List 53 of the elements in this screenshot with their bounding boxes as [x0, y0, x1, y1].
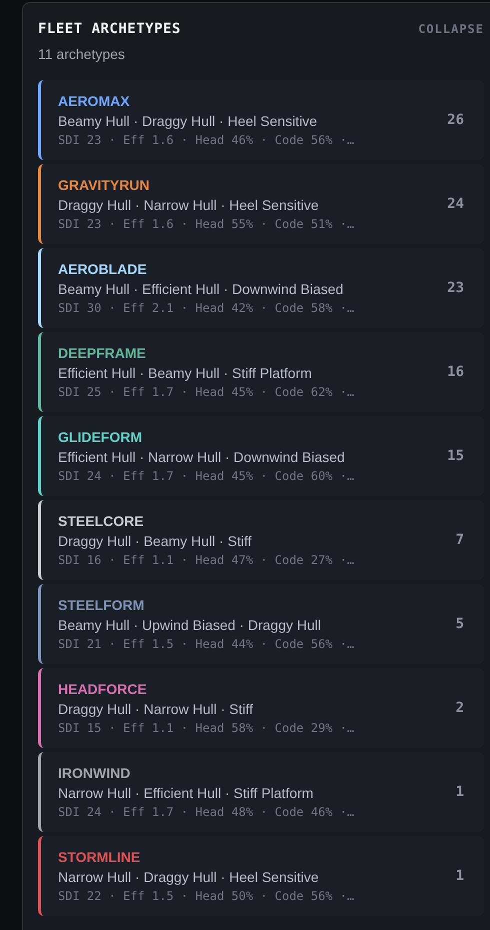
archetype-stats: SDI 24 · Eff 1.7 · Head 48% · Code 46% ·… — [58, 804, 356, 820]
archetype-stats: SDI 23 · Eff 1.6 · Head 46% · Code 56% ·… — [58, 132, 356, 148]
archetype-name: AEROBLADE — [58, 260, 148, 278]
boat-count: 1 — [456, 784, 464, 800]
archetype-tags: Beamy Hull · Upwind Biased · Draggy Hull — [58, 616, 456, 634]
boat-count: 2 — [456, 700, 464, 716]
archetype-count: 11 archetypes — [38, 46, 126, 62]
archetype-name: GRAVITYRUN — [58, 176, 151, 194]
archetype-name: STORMLINE — [58, 848, 142, 866]
archetype-tags: Draggy Hull · Narrow Hull · Stiff — [58, 700, 456, 718]
archetype-name: GLIDEFORM — [58, 428, 143, 446]
archetype-name: STEELCORE — [58, 512, 145, 530]
boat-count: 23 — [447, 280, 464, 296]
archetype-card[interactable]: STEELCORE Draggy Hull · Beamy Hull · Stiff SDI 16 · Eff 1.1 · Head 47% · Code 27% ·… 7 — [38, 500, 484, 580]
archetype-name: AEROMAX — [58, 92, 131, 110]
archetype-name: IRONWIND — [58, 764, 132, 782]
archetype-tags: Narrow Hull · Efficient Hull · Stiff Platform — [58, 784, 456, 802]
archetype-card[interactable]: IRONWIND Narrow Hull · Efficient Hull · Stiff Platform SDI 24 · Eff 1.7 · Head 48% · Code 46% ·… 1 — [38, 752, 484, 832]
archetype-stats: SDI 21 · Eff 1.5 · Head 44% · Code 56% ·… — [58, 636, 356, 652]
archetype-tags: Efficient Hull · Narrow Hull · Downwind Biased — [58, 448, 448, 466]
boat-count: 5 — [456, 616, 464, 632]
boat-count: 26 — [447, 112, 464, 128]
archetype-tags: Beamy Hull · Efficient Hull · Downwind Biased — [58, 280, 448, 298]
archetype-tags: Efficient Hull · Beamy Hull · Stiff Platform — [58, 364, 448, 382]
archetype-card[interactable]: GRAVITYRUN Draggy Hull · Narrow Hull · Heel Sensitive SDI 23 · Eff 1.6 · Head 55% · Code 51% ·… 24 — [38, 164, 484, 244]
archetype-card[interactable]: DEEPFRAME Efficient Hull · Beamy Hull · Stiff Platform SDI 25 · Eff 1.7 · Head 45% · Code 62% ·… 16 — [38, 332, 484, 412]
boat-count: 15 — [447, 448, 464, 464]
archetype-card[interactable]: STEELFORM Beamy Hull · Upwind Biased · Draggy Hull SDI 21 · Eff 1.5 · Head 44% · Code 56% ·… 5 — [38, 584, 484, 664]
boat-count: 1 — [456, 868, 464, 884]
archetype-card[interactable]: STORMLINE Narrow Hull · Draggy Hull · Heel Sensitive SDI 22 · Eff 1.5 · Head 50% · Code 56% ·… 1 — [38, 836, 484, 916]
archetype-tags: Draggy Hull · Beamy Hull · Stiff — [58, 532, 456, 550]
archetype-tags: Draggy Hull · Narrow Hull · Heel Sensitive — [58, 196, 448, 214]
archetype-name: DEEPFRAME — [58, 344, 147, 362]
archetype-tags: Beamy Hull · Draggy Hull · Heel Sensitive — [58, 112, 448, 130]
archetype-card[interactable]: AEROBLADE Beamy Hull · Efficient Hull · Downwind Biased SDI 30 · Eff 2.1 · Head 42% · Code 58% ·… 23 — [38, 248, 484, 328]
boat-count: 7 — [456, 532, 464, 548]
archetype-name: STEELFORM — [58, 596, 146, 614]
archetype-name: HEADFORCE — [58, 680, 148, 698]
panel-title: FLEET ARCHETYPES — [38, 21, 181, 37]
archetype-card[interactable]: AEROMAX Beamy Hull · Draggy Hull · Heel Sensitive SDI 23 · Eff 1.6 · Head 46% · Code 56% ·… 26 — [38, 80, 484, 160]
archetype-card[interactable]: HEADFORCE Draggy Hull · Narrow Hull · Stiff SDI 15 · Eff 1.1 · Head 58% · Code 29% ·… 2 — [38, 668, 484, 748]
archetype-card[interactable]: GLIDEFORM Efficient Hull · Narrow Hull · Downwind Biased SDI 24 · Eff 1.7 · Head 45% · Code 60% ·… 15 — [38, 416, 484, 496]
boat-count: 16 — [447, 364, 464, 380]
archetype-stats: SDI 15 · Eff 1.1 · Head 58% · Code 29% ·… — [58, 720, 356, 736]
archetype-stats: SDI 25 · Eff 1.7 · Head 45% · Code 62% ·… — [58, 384, 356, 400]
archetype-stats: SDI 22 · Eff 1.5 · Head 50% · Code 56% ·… — [58, 888, 356, 904]
boat-count: 24 — [447, 196, 464, 212]
archetype-stats: SDI 16 · Eff 1.1 · Head 47% · Code 27% ·… — [58, 552, 356, 568]
archetype-stats: SDI 24 · Eff 1.7 · Head 45% · Code 60% ·… — [58, 468, 356, 484]
archetype-stats: SDI 23 · Eff 1.6 · Head 55% · Code 51% ·… — [58, 216, 356, 232]
archetype-stats: SDI 30 · Eff 2.1 · Head 42% · Code 58% ·… — [58, 300, 356, 316]
collapse-button[interactable]: COLLAPSE — [418, 22, 484, 36]
archetype-tags: Narrow Hull · Draggy Hull · Heel Sensitive — [58, 868, 456, 886]
